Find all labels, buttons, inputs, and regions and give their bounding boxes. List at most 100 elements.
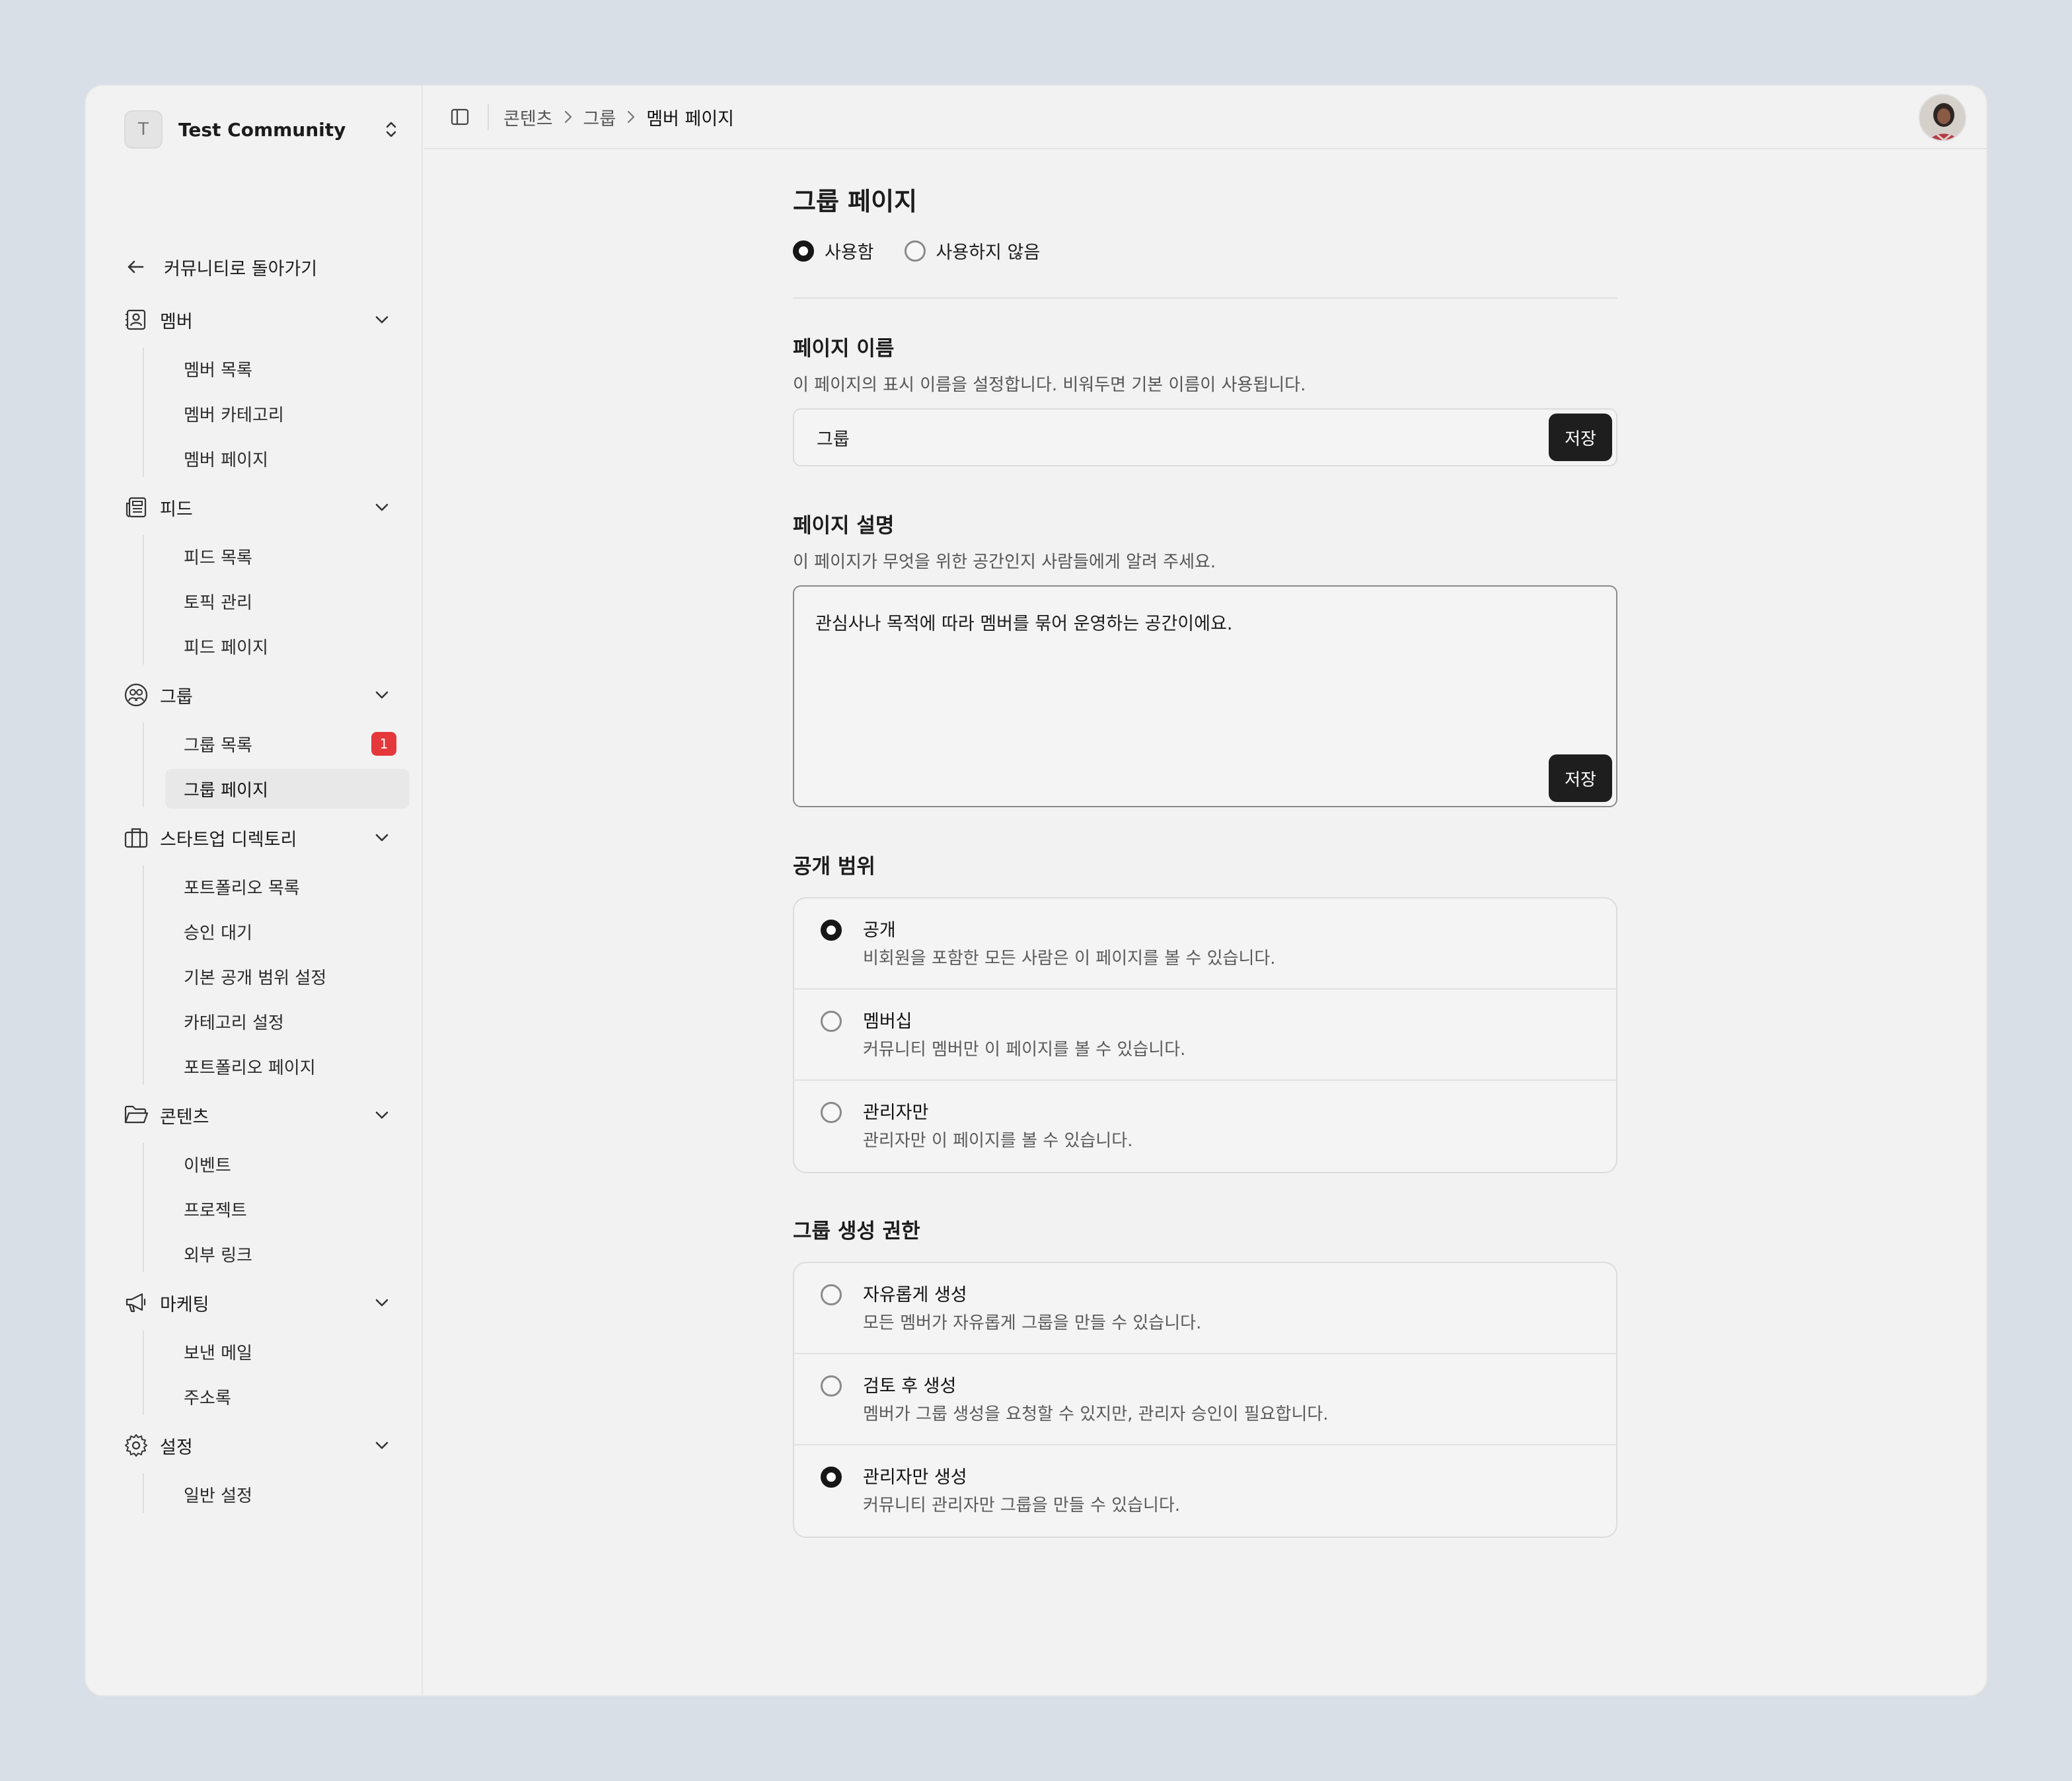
section-desc-page-name: 이 페이지의 표시 이름을 설정합니다. 비워두면 기본 이름이 사용됩니다. bbox=[793, 375, 1306, 395]
sidebar-group-member[interactable]: 멤버 bbox=[106, 297, 410, 342]
enable-off-option[interactable]: 사용하지 않음 bbox=[904, 238, 1041, 264]
workspace-switcher[interactable]: T Test Community bbox=[106, 99, 410, 160]
sidebar-item-portfolio-page[interactable]: 포트폴리오 페이지 bbox=[165, 1046, 410, 1086]
tree-line bbox=[143, 1330, 144, 1415]
breadcrumb-item-current: 멤버 페이지 bbox=[646, 108, 735, 129]
sidebar-group-label: 피드 bbox=[160, 499, 193, 520]
group-icon bbox=[122, 680, 151, 709]
tree-line bbox=[143, 1143, 144, 1272]
tree-line bbox=[143, 1473, 144, 1513]
option-title: 멤버십 bbox=[863, 1011, 912, 1032]
sidebar-item-group-page[interactable]: 그룹 페이지 bbox=[165, 769, 410, 809]
radio-selected[interactable] bbox=[821, 920, 842, 941]
chevrons-up-down-icon bbox=[382, 119, 400, 140]
section-desc-page-description: 이 페이지가 무엇을 위한 공간인지 사람들에게 알려 주세요. bbox=[793, 552, 1216, 572]
sidebar-item-projects[interactable]: 프로젝트 bbox=[165, 1189, 410, 1229]
sidebar-group-label: 멤버 bbox=[160, 311, 193, 332]
sidebar-group-label: 설정 bbox=[160, 1437, 193, 1458]
sidebar-item-external-links[interactable]: 외부 링크 bbox=[165, 1234, 410, 1274]
sidebar-group-label: 콘텐츠 bbox=[160, 1107, 209, 1128]
option-title: 관리자만 생성 bbox=[863, 1467, 967, 1488]
section-title-visibility: 공개 범위 bbox=[793, 855, 875, 879]
visibility-option-public[interactable]: 공개 비회원을 포함한 모든 사람은 이 페이지를 볼 수 있습니다. bbox=[794, 898, 1616, 990]
enable-on-option[interactable]: 사용함 bbox=[793, 238, 874, 264]
workspace-avatar: T bbox=[124, 110, 163, 149]
sidebar-item-topic-manage[interactable]: 토픽 관리 bbox=[165, 581, 410, 621]
creation-option-review[interactable]: 검토 후 생성 멤버가 그룹 생성을 요청할 수 있지만, 관리자 승인이 필요… bbox=[794, 1354, 1616, 1445]
sidebar-item-feed-page[interactable]: 피드 페이지 bbox=[165, 626, 410, 666]
radio-unselected[interactable] bbox=[904, 240, 926, 262]
sidebar-toggle-icon[interactable] bbox=[445, 102, 474, 131]
option-label: 사용하지 않음 bbox=[936, 242, 1041, 263]
visibility-option-admin-only[interactable]: 관리자만 관리자만 이 페이지를 볼 수 있습니다. bbox=[794, 1081, 1616, 1172]
option-desc: 모든 멤버가 자유롭게 그룹을 만들 수 있습니다. bbox=[863, 1313, 1202, 1333]
option-label: 사용함 bbox=[825, 242, 874, 263]
sidebar-item-member-category[interactable]: 멤버 카테고리 bbox=[165, 394, 410, 433]
breadcrumb-item-group[interactable]: 그룹 bbox=[583, 104, 616, 130]
notification-badge: 1 bbox=[371, 732, 396, 756]
textarea-value: 관심사나 목적에 따라 멤버를 묶어 운영하는 공간이에요. bbox=[815, 614, 1233, 634]
page-description-textarea[interactable]: 관심사나 목적에 따라 멤버를 묶어 운영하는 공간이에요. 저장 bbox=[793, 585, 1617, 807]
member-card-icon bbox=[122, 305, 151, 334]
option-title: 관리자만 bbox=[863, 1103, 929, 1123]
sidebar-group-feed[interactable]: 피드 bbox=[106, 485, 410, 530]
sidebar-item-group-list[interactable]: 그룹 목록 1 bbox=[165, 724, 410, 764]
sidebar-group-startup-directory[interactable]: 스타트업 디렉토리 bbox=[106, 815, 410, 860]
sidebar-group-settings[interactable]: 설정 bbox=[106, 1423, 410, 1468]
save-name-button[interactable]: 저장 bbox=[1549, 414, 1612, 461]
sidebar-item-category-settings[interactable]: 카테고리 설정 bbox=[165, 1001, 410, 1041]
option-desc: 멤버가 그룹 생성을 요청할 수 있지만, 관리자 승인이 필요합니다. bbox=[863, 1404, 1329, 1424]
sidebar-item-feed-list[interactable]: 피드 목록 bbox=[165, 536, 410, 576]
sidebar-group-label: 그룹 bbox=[160, 686, 193, 708]
sidebar-group-label: 마케팅 bbox=[160, 1294, 209, 1315]
sidebar-group-marketing[interactable]: 마케팅 bbox=[106, 1280, 410, 1325]
option-title: 자유롭게 생성 bbox=[863, 1285, 967, 1305]
workspace-name: Test Community bbox=[178, 118, 346, 141]
sidebar-item-member-page[interactable]: 멤버 페이지 bbox=[165, 439, 410, 478]
tree-line bbox=[143, 347, 144, 477]
creation-option-admin-only[interactable]: 관리자만 생성 커뮤니티 관리자만 그룹을 만들 수 있습니다. bbox=[794, 1445, 1616, 1537]
group-creation-radio-card: 자유롭게 생성 모든 멤버가 자유롭게 그룹을 만들 수 있습니다. 검토 후 … bbox=[793, 1262, 1617, 1538]
divider bbox=[488, 104, 489, 130]
sidebar-group-content[interactable]: 콘텐츠 bbox=[106, 1093, 410, 1138]
radio-selected[interactable] bbox=[793, 240, 814, 262]
sidebar-item-member-list[interactable]: 멤버 목록 bbox=[165, 349, 410, 388]
tree-line bbox=[143, 535, 144, 665]
radio-unselected[interactable] bbox=[821, 1375, 842, 1397]
folder-icon bbox=[122, 1101, 151, 1130]
sidebar-item-portfolio-list[interactable]: 포트폴리오 목록 bbox=[165, 867, 410, 906]
back-to-community-link[interactable]: 커뮤니티로 돌아가기 bbox=[106, 244, 410, 289]
chevron-right-icon bbox=[564, 110, 573, 124]
option-title: 검토 후 생성 bbox=[863, 1376, 957, 1397]
chevron-right-icon bbox=[626, 110, 636, 124]
top-bar: 콘텐츠 그룹 멤버 페이지 bbox=[424, 86, 1986, 149]
radio-unselected[interactable] bbox=[821, 1011, 842, 1032]
chevron-down-icon bbox=[371, 497, 392, 518]
chevron-down-icon bbox=[371, 827, 392, 848]
gear-icon bbox=[122, 1431, 151, 1460]
breadcrumb-item-content[interactable]: 콘텐츠 bbox=[503, 104, 553, 130]
chevron-down-icon bbox=[371, 684, 392, 706]
sidebar-item-general-settings[interactable]: 일반 설정 bbox=[165, 1474, 410, 1514]
visibility-radio-card: 공개 비회원을 포함한 모든 사람은 이 페이지를 볼 수 있습니다. 멤버십 … bbox=[793, 897, 1617, 1173]
option-title: 공개 bbox=[863, 920, 896, 941]
enable-radio-group: 사용함 사용하지 않음 bbox=[793, 238, 1070, 264]
page-name-input[interactable]: 그룹 저장 bbox=[793, 408, 1617, 466]
sidebar-item-sent-mail[interactable]: 보낸 메일 bbox=[165, 1332, 410, 1371]
arrow-left-icon bbox=[126, 257, 152, 277]
sidebar-item-default-visibility[interactable]: 기본 공개 범위 설정 bbox=[165, 957, 410, 996]
sidebar-item-pending-approval[interactable]: 승인 대기 bbox=[165, 912, 410, 951]
radio-unselected[interactable] bbox=[821, 1284, 842, 1305]
sidebar-group-group[interactable]: 그룹 bbox=[106, 672, 410, 717]
option-desc: 커뮤니티 관리자만 그룹을 만들 수 있습니다. bbox=[863, 1496, 1181, 1515]
visibility-option-membership[interactable]: 멤버십 커뮤니티 멤버만 이 페이지를 볼 수 있습니다. bbox=[794, 990, 1616, 1081]
chevron-down-icon bbox=[371, 1292, 392, 1313]
radio-unselected[interactable] bbox=[821, 1102, 842, 1123]
breadcrumb: 콘텐츠 그룹 멤버 페이지 bbox=[503, 104, 734, 130]
save-description-button[interactable]: 저장 bbox=[1549, 754, 1612, 802]
sidebar-item-events[interactable]: 이벤트 bbox=[165, 1144, 410, 1184]
user-avatar[interactable] bbox=[1919, 94, 1966, 141]
radio-selected[interactable] bbox=[821, 1467, 842, 1488]
sidebar-item-address-book[interactable]: 주소록 bbox=[165, 1377, 410, 1416]
creation-option-free[interactable]: 자유롭게 생성 모든 멤버가 자유롭게 그룹을 만들 수 있습니다. bbox=[794, 1263, 1616, 1354]
